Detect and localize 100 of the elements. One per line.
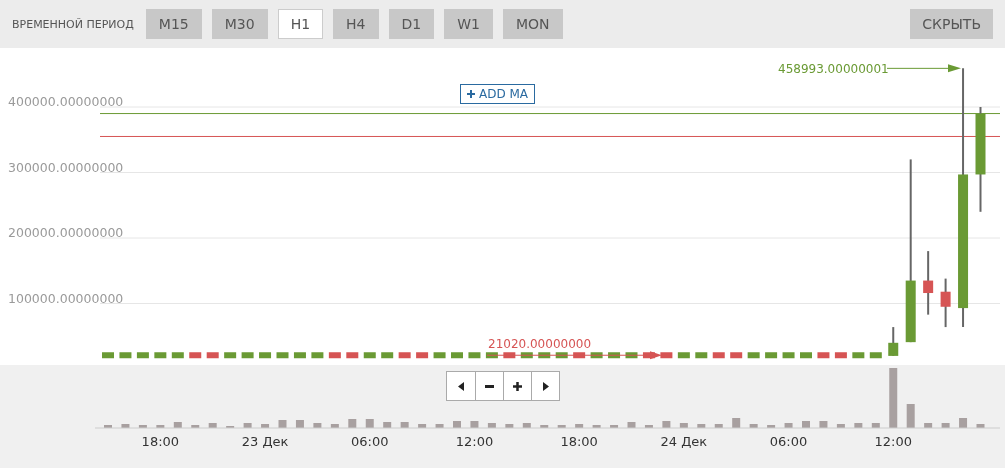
candle	[311, 352, 324, 359]
candle	[747, 352, 760, 359]
minus-icon	[485, 384, 494, 388]
volume-bar	[802, 421, 810, 428]
volume-bar	[854, 423, 863, 428]
candle	[433, 352, 446, 359]
volume-bar	[418, 424, 427, 428]
left-triangle-icon	[458, 381, 464, 391]
volume-bar	[313, 423, 322, 428]
volume-bar	[941, 423, 950, 428]
x-axis-label: 12:00	[874, 434, 912, 449]
candle	[852, 352, 865, 359]
volume-bar	[156, 425, 165, 428]
volume-bar	[348, 419, 357, 428]
candle	[573, 352, 586, 359]
candle	[485, 352, 498, 359]
high-price-label: 458993.00000001	[778, 62, 889, 77]
timeframe-tab[interactable]: M30	[211, 9, 268, 39]
volume-bar	[295, 420, 304, 428]
volume-bar	[906, 404, 915, 428]
volume-bar	[976, 424, 985, 428]
timeframe-tab[interactable]: H1	[277, 9, 324, 39]
volume-bar	[487, 423, 496, 428]
y-axis-label: 400000.00000000	[8, 94, 124, 109]
volume-bar	[592, 425, 601, 428]
x-axis-label: 06:00	[769, 434, 808, 449]
volume-bar	[435, 424, 444, 428]
volume-bar	[767, 425, 776, 428]
candle	[328, 352, 341, 359]
x-axis-label: 24 Дек	[660, 434, 708, 449]
volume-bar	[191, 425, 200, 428]
volume-bar	[243, 423, 252, 428]
candle	[869, 352, 882, 359]
volume-bar	[383, 422, 392, 428]
candle	[224, 352, 237, 359]
volume-bar	[138, 425, 147, 428]
candle	[381, 352, 394, 359]
volume-bar	[714, 424, 723, 428]
volume-bar	[575, 424, 584, 428]
volume-bar	[871, 423, 880, 428]
volume-bar	[104, 425, 112, 428]
candle	[817, 352, 830, 359]
toolbar-label: ВРЕМЕННОЙ ПЕРИОД	[12, 17, 134, 31]
candle	[154, 352, 167, 359]
volume-bar	[365, 419, 374, 428]
volume-bar	[749, 424, 758, 428]
timeframe-tab[interactable]: H4	[333, 9, 379, 39]
candle	[590, 352, 603, 359]
volume-bar	[400, 422, 409, 428]
volume-bar	[679, 423, 688, 428]
candle	[398, 352, 411, 359]
candle	[119, 352, 132, 359]
volume-bar	[505, 424, 514, 428]
candle	[416, 352, 429, 359]
candle	[468, 352, 481, 359]
volume-bar	[819, 421, 828, 428]
timeframe-tab[interactable]: M15	[145, 9, 202, 39]
volume-bar	[697, 424, 706, 428]
candle	[136, 352, 149, 359]
candle	[660, 352, 673, 359]
right-triangle-icon	[542, 381, 549, 391]
volume-bar	[522, 423, 531, 428]
volume-bar	[644, 425, 653, 428]
candle	[451, 352, 463, 359]
candle	[503, 352, 516, 359]
candle	[276, 352, 289, 359]
hide-button[interactable]: СКРЫТЬ	[910, 9, 993, 39]
timeframe-tab[interactable]: MON	[502, 9, 563, 39]
candle	[520, 352, 533, 359]
volume-bar	[924, 423, 933, 428]
candle	[625, 352, 638, 359]
volume-bar	[330, 424, 339, 428]
candle	[608, 352, 621, 359]
low-price-label: 21020.00000000	[488, 337, 592, 352]
candle	[782, 352, 795, 359]
add-ma-button[interactable]: ADD MA	[460, 84, 536, 104]
candle	[555, 352, 568, 359]
candle	[363, 352, 376, 359]
candle	[888, 326, 899, 357]
candle	[695, 352, 708, 359]
timeframe-tab[interactable]: W1	[444, 9, 493, 39]
candle	[923, 250, 934, 316]
volume-bar	[557, 425, 566, 428]
x-axis-label: 12:00	[455, 434, 494, 449]
volume-bar	[889, 368, 898, 428]
x-axis-label: 23 Дек	[241, 434, 289, 449]
candle	[538, 352, 551, 359]
volume-bar	[540, 425, 549, 428]
volume-bar	[453, 421, 461, 428]
volume-bar	[836, 424, 845, 428]
candle	[730, 352, 743, 359]
timeframe-tab[interactable]: D1	[388, 9, 435, 39]
x-axis-label: 18:00	[560, 434, 598, 449]
volume-bar	[208, 423, 217, 428]
volume-bar	[627, 422, 636, 428]
volume-bar	[121, 424, 130, 428]
candle	[206, 352, 219, 359]
volume-bar	[470, 421, 479, 428]
x-axis-label: 06:00	[351, 434, 389, 449]
candle	[241, 352, 254, 359]
